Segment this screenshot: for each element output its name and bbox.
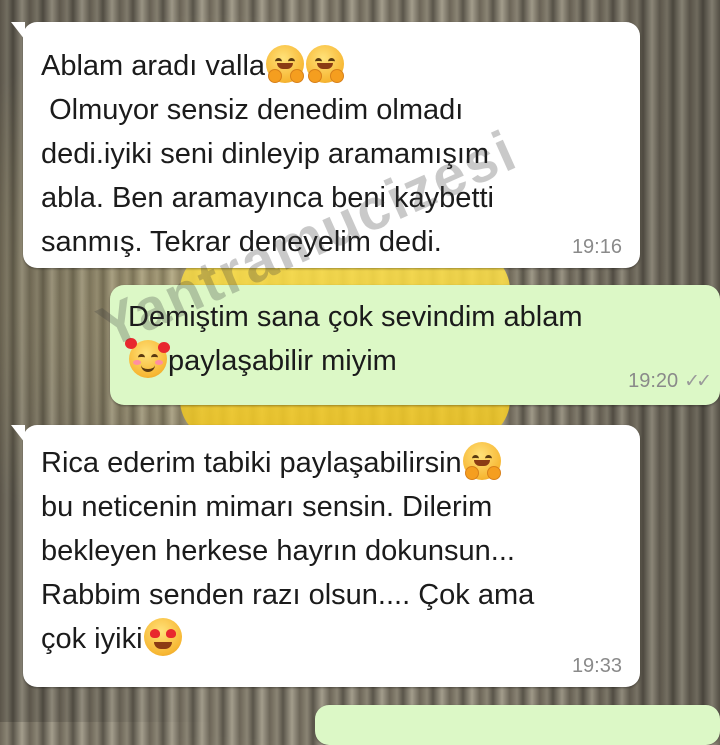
- message-line: Rabbim senden razı olsun.... Çok ama: [41, 579, 535, 611]
- smiling-face-with-hearts-emoji-icon: [125, 338, 170, 378]
- message-timestamp: 19:20 ✓✓: [628, 370, 712, 393]
- message-bubble-incoming[interactable]: Ablam aradı valla Olmuyor sensiz denedim…: [11, 22, 640, 268]
- message-timestamp: 19:33: [571, 655, 622, 677]
- message-text: Rica ederim tabiki paylaşabilirsin bu ne…: [41, 441, 534, 661]
- message-time-text: 19:20: [628, 370, 679, 392]
- read-receipt-double-check-icon: ✓✓: [684, 371, 712, 392]
- message-line: bu neticenin mimarı sensin. Dilerim: [41, 491, 493, 523]
- message-line: Ablam aradı valla: [41, 50, 266, 82]
- message-text: Demiştim sana çok sevindim ablam paylaşa…: [125, 295, 583, 383]
- message-bubble-outgoing[interactable]: Demiştim sana çok sevindim ablam paylaşa…: [110, 285, 720, 405]
- message-line: çok iyiki: [41, 623, 143, 655]
- bubble-tail: [11, 22, 25, 40]
- message-text: Ablam aradı valla Olmuyor sensiz denedim…: [41, 44, 494, 264]
- heart-eyes-emoji-icon: [143, 618, 182, 656]
- hugging-face-emoji-icon: [306, 45, 345, 83]
- message-line: sanmış. Tekrar deneyelim dedi.: [41, 226, 442, 258]
- bubble-tail: [11, 425, 25, 443]
- message-line: Rica ederim tabiki paylaşabilirsin: [41, 447, 462, 479]
- message-line: bekleyen herkese hayrın dokunsun...: [41, 535, 515, 567]
- hugging-face-emoji-icon: [266, 45, 305, 83]
- message-line: Olmuyor sensiz denedim olmadı: [41, 94, 464, 126]
- message-line: Demiştim sana çok sevindim ablam: [128, 301, 583, 333]
- hugging-face-emoji-icon: [462, 442, 501, 480]
- message-line: abla. Ben aramayınca beni kaybetti: [41, 182, 494, 214]
- message-bubble-incoming[interactable]: Rica ederim tabiki paylaşabilirsin bu ne…: [11, 425, 640, 687]
- message-bubble-outgoing-partial[interactable]: [315, 705, 720, 745]
- message-line: paylaşabilir miyim: [168, 345, 397, 377]
- message-line: dedi.iyiki seni dinleyip aramamışım: [41, 138, 490, 170]
- message-timestamp: 19:16: [571, 236, 622, 258]
